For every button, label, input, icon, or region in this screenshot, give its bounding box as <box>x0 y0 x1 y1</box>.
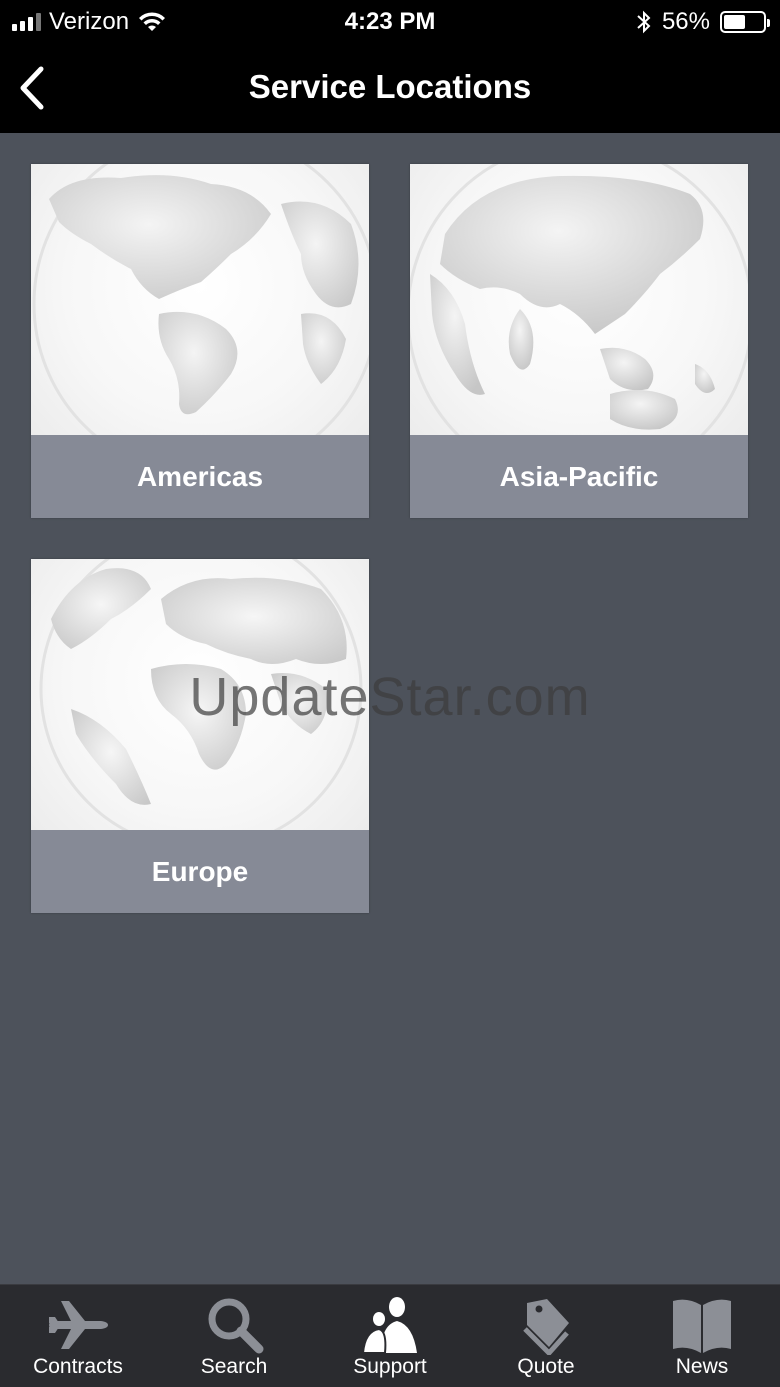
region-label-europe: Europe <box>31 830 369 913</box>
globe-asia-icon <box>410 164 748 435</box>
region-tile-europe[interactable]: Europe <box>31 559 369 913</box>
tab-label-contracts: Contracts <box>33 1355 123 1378</box>
tab-contracts[interactable]: Contracts <box>0 1285 156 1387</box>
magnifier-icon <box>199 1293 269 1357</box>
tab-search[interactable]: Search <box>156 1285 312 1387</box>
airplane-icon <box>43 1293 113 1357</box>
bluetooth-icon <box>637 10 651 34</box>
region-tile-asia-pacific[interactable]: Asia-Pacific <box>410 164 748 518</box>
navigation-bar: Service Locations <box>0 44 780 133</box>
battery-percent: 56% <box>661 8 710 35</box>
region-label-asia-pacific: Asia-Pacific <box>410 435 748 518</box>
region-tile-americas[interactable]: Americas <box>31 164 369 518</box>
tab-label-news: News <box>675 1355 729 1378</box>
tab-label-support: Support <box>353 1355 427 1378</box>
tab-quote[interactable]: Quote <box>468 1285 624 1387</box>
globe-americas-icon <box>32 164 369 435</box>
battery-icon <box>720 11 770 33</box>
tab-label-quote: Quote <box>517 1355 575 1378</box>
page-title: Service Locations <box>248 68 532 105</box>
tags-icon <box>511 1293 581 1357</box>
status-bar: Verizon 4:23 PM 56% <box>0 0 780 44</box>
people-icon <box>355 1293 425 1357</box>
region-image-europe <box>31 559 369 830</box>
tab-news[interactable]: News <box>624 1285 780 1387</box>
book-icon <box>667 1293 737 1357</box>
tab-label-search: Search <box>200 1355 268 1378</box>
region-image-asia-pacific <box>410 164 748 435</box>
region-label-americas: Americas <box>31 435 369 518</box>
globe-europe-icon <box>39 559 363 830</box>
region-image-americas <box>31 164 369 435</box>
tab-bar: Contracts Search Support Quote News <box>0 1284 780 1387</box>
tab-support[interactable]: Support <box>312 1285 468 1387</box>
status-right: 56% <box>636 8 770 36</box>
battery-level <box>724 15 746 29</box>
